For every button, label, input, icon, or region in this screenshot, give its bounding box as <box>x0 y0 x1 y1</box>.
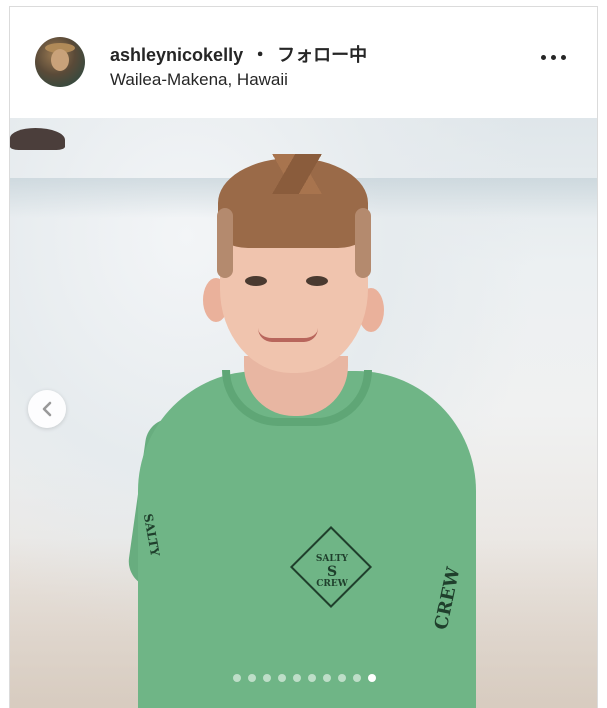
logo-bottom-text: CREW <box>316 579 348 589</box>
post-photo[interactable]: SALTY S CREW CREW SALTY <box>10 118 597 708</box>
location-link[interactable]: Wailea-Makena, Hawaii <box>110 70 288 90</box>
smile <box>258 328 318 342</box>
shirt-logo-text: SALTY S CREW <box>300 554 364 590</box>
carousel-dot <box>263 674 271 682</box>
carousel-dot <box>233 674 241 682</box>
carousel-dot <box>293 674 301 682</box>
side-hair-left <box>217 208 233 278</box>
carousel-dot <box>338 674 346 682</box>
user-line: ashleynicokelly ・フォロー中 <box>110 41 367 67</box>
carousel-dot <box>368 674 376 682</box>
more-options-icon[interactable] <box>541 53 567 61</box>
hair-spikes <box>242 154 352 194</box>
username-link[interactable]: ashleynicokelly <box>110 45 243 65</box>
logo-mid-text: S <box>326 564 338 580</box>
follow-status-button[interactable]: フォロー中 <box>277 45 367 65</box>
more-dot <box>551 55 556 60</box>
left-eye <box>245 276 267 286</box>
side-hair-right <box>355 208 371 278</box>
avatar-face <box>51 49 69 71</box>
carousel-dot <box>248 674 256 682</box>
right-eye <box>306 276 328 286</box>
carousel-dot <box>308 674 316 682</box>
separator-dot: ・ <box>251 45 270 65</box>
chevron-left-icon <box>42 401 52 417</box>
more-dot <box>561 55 566 60</box>
post-card: ashleynicokelly ・フォロー中 Wailea-Makena, Haw… <box>9 6 598 708</box>
photo-subject-boy: SALTY S CREW CREW SALTY <box>10 118 597 708</box>
carousel-dot <box>323 674 331 682</box>
carousel-prev-button[interactable] <box>28 390 66 428</box>
carousel-indicator <box>10 674 597 682</box>
more-dot <box>541 55 546 60</box>
carousel-dot <box>353 674 361 682</box>
post-header: ashleynicokelly ・フォロー中 Wailea-Makena, Haw… <box>10 7 597 118</box>
user-avatar[interactable] <box>35 37 85 87</box>
carousel-dot <box>278 674 286 682</box>
